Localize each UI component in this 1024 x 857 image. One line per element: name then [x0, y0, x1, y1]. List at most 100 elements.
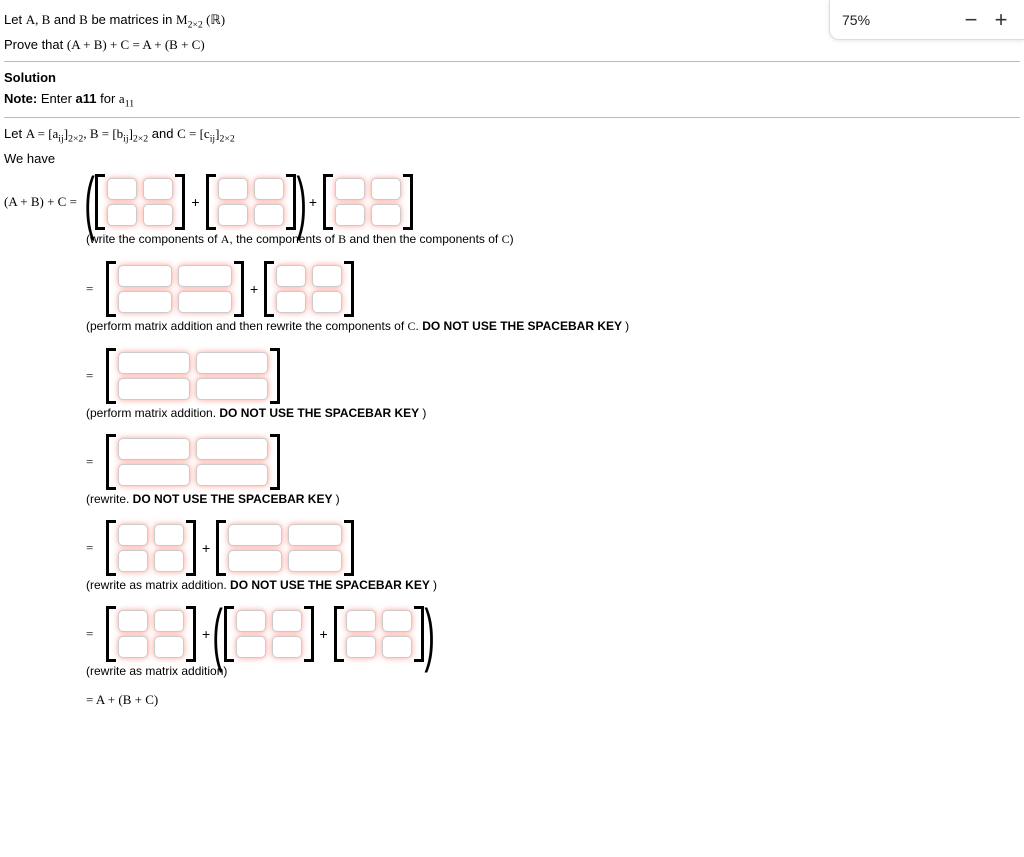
plus-op: +	[309, 194, 317, 210]
text: Let	[4, 126, 26, 141]
matrix-rw-cell[interactable]	[196, 438, 268, 460]
matrix-b-cell[interactable]	[218, 178, 248, 200]
matrix-a-cell[interactable]	[107, 204, 137, 226]
text: C	[408, 319, 416, 333]
close-paren: )	[426, 608, 433, 661]
equation-row-4: =	[86, 434, 1020, 490]
matrix-c2-cell[interactable]	[276, 291, 306, 313]
matrix-a2-cell[interactable]	[154, 550, 184, 572]
plus-op: +	[202, 626, 210, 642]
matrix-c2-cell[interactable]	[312, 291, 342, 313]
zoom-in-button[interactable]: +	[990, 9, 1012, 31]
matrix-rw-cell[interactable]	[118, 464, 190, 486]
matrix-ab-cell[interactable]	[118, 291, 172, 313]
text: DO NOT USE THE SPACEBAR KEY	[230, 578, 433, 592]
close-paren: )	[298, 176, 305, 229]
text: Let	[4, 12, 26, 27]
text: Note:	[4, 91, 37, 106]
open-paren: (	[214, 608, 221, 661]
caption-4: (rewrite. DO NOT USE THE SPACEBAR KEY )	[86, 492, 1020, 506]
matrix-c3-cell[interactable]	[382, 636, 412, 658]
matrix-bc-cell[interactable]	[228, 550, 282, 572]
matrix-abc-cell[interactable]	[118, 378, 190, 400]
text: , B = [b	[83, 126, 123, 141]
matrix-ab-cell[interactable]	[178, 265, 232, 287]
matrix-c3-cell[interactable]	[382, 610, 412, 632]
lhs-label: (A + B) + C =	[4, 194, 86, 210]
caption-3: (perform matrix addition. DO NOT USE THE…	[86, 406, 1020, 420]
text: 11	[125, 98, 134, 109]
matrix-abc-cell[interactable]	[196, 352, 268, 374]
matrix-b-cell[interactable]	[218, 204, 248, 226]
we-have: We have	[4, 151, 1020, 166]
matrix-a3-cell[interactable]	[154, 636, 184, 658]
text: A = [a	[26, 126, 59, 141]
matrix-bc-cell[interactable]	[288, 550, 342, 572]
text: DO NOT USE THE SPACEBAR KEY	[133, 492, 336, 506]
text: be matrices in	[88, 12, 176, 27]
text: 2×2	[219, 134, 234, 145]
matrix-ab	[106, 261, 244, 317]
text: )	[433, 578, 437, 592]
matrix-c-cell[interactable]	[371, 178, 401, 200]
matrix-c2	[264, 261, 354, 317]
matrix-c-cell[interactable]	[335, 204, 365, 226]
matrix-b3-cell[interactable]	[236, 636, 266, 658]
matrix-a2-cell[interactable]	[118, 550, 148, 572]
text: and	[50, 12, 79, 27]
matrix-c-cell[interactable]	[335, 178, 365, 200]
matrix-a-cell[interactable]	[107, 178, 137, 200]
plus-op: +	[202, 540, 210, 556]
text: , the components of	[229, 232, 338, 246]
matrix-b3-cell[interactable]	[272, 610, 302, 632]
matrix-c2-cell[interactable]	[312, 265, 342, 287]
matrix-a2-cell[interactable]	[154, 524, 184, 546]
zoom-out-button[interactable]: −	[960, 9, 982, 31]
matrix-b3-cell[interactable]	[236, 610, 266, 632]
solution-heading: Solution	[4, 70, 1020, 85]
note-line: Note: Enter a11 for a11	[4, 91, 1020, 110]
matrix-ab-cell[interactable]	[118, 265, 172, 287]
matrix-b3	[224, 606, 314, 662]
matrix-c3-cell[interactable]	[346, 610, 376, 632]
matrix-c3	[334, 606, 424, 662]
text: (A + B) + C = A + (B + C)	[67, 37, 205, 52]
caption-5: (rewrite as matrix addition. DO NOT USE …	[86, 578, 1020, 592]
matrix-c	[323, 174, 413, 230]
matrix-rw-cell[interactable]	[196, 464, 268, 486]
matrix-c-cell[interactable]	[371, 204, 401, 226]
zoom-percent: 75%	[842, 12, 952, 28]
matrix-a2	[106, 520, 196, 576]
matrix-b3-cell[interactable]	[272, 636, 302, 658]
divider	[4, 61, 1020, 62]
equals: =	[86, 454, 104, 470]
matrix-a	[95, 174, 185, 230]
divider	[4, 117, 1020, 118]
matrix-b-cell[interactable]	[254, 178, 284, 200]
matrix-a-cell[interactable]	[143, 178, 173, 200]
text: 2×2	[133, 134, 148, 145]
matrix-abc-cell[interactable]	[118, 352, 190, 374]
matrix-a3-cell[interactable]	[154, 610, 184, 632]
text: (ℝ)	[203, 12, 225, 27]
matrix-bc-cell[interactable]	[228, 524, 282, 546]
matrix-ab-cell[interactable]	[178, 291, 232, 313]
matrix-c3-cell[interactable]	[346, 636, 376, 658]
text: )	[510, 232, 514, 246]
matrix-abc-cell[interactable]	[196, 378, 268, 400]
matrix-c2-cell[interactable]	[276, 265, 306, 287]
matrix-a3-cell[interactable]	[118, 610, 148, 632]
text: (perform matrix addition and then rewrit…	[86, 319, 408, 333]
page-content: Let A, B and B be matrices in M2×2 (ℝ) P…	[0, 0, 1024, 734]
matrix-a2-cell[interactable]	[118, 524, 148, 546]
matrix-bc-cell[interactable]	[288, 524, 342, 546]
matrix-a-cell[interactable]	[143, 204, 173, 226]
text: C	[502, 232, 510, 246]
matrix-b-cell[interactable]	[254, 204, 284, 226]
matrix-a3	[106, 606, 196, 662]
equation-row-6: = + ( +	[86, 606, 1020, 662]
matrix-rw-cell[interactable]	[118, 438, 190, 460]
matrix-a3-cell[interactable]	[118, 636, 148, 658]
plus-op: +	[320, 626, 328, 642]
text: B	[338, 232, 346, 246]
